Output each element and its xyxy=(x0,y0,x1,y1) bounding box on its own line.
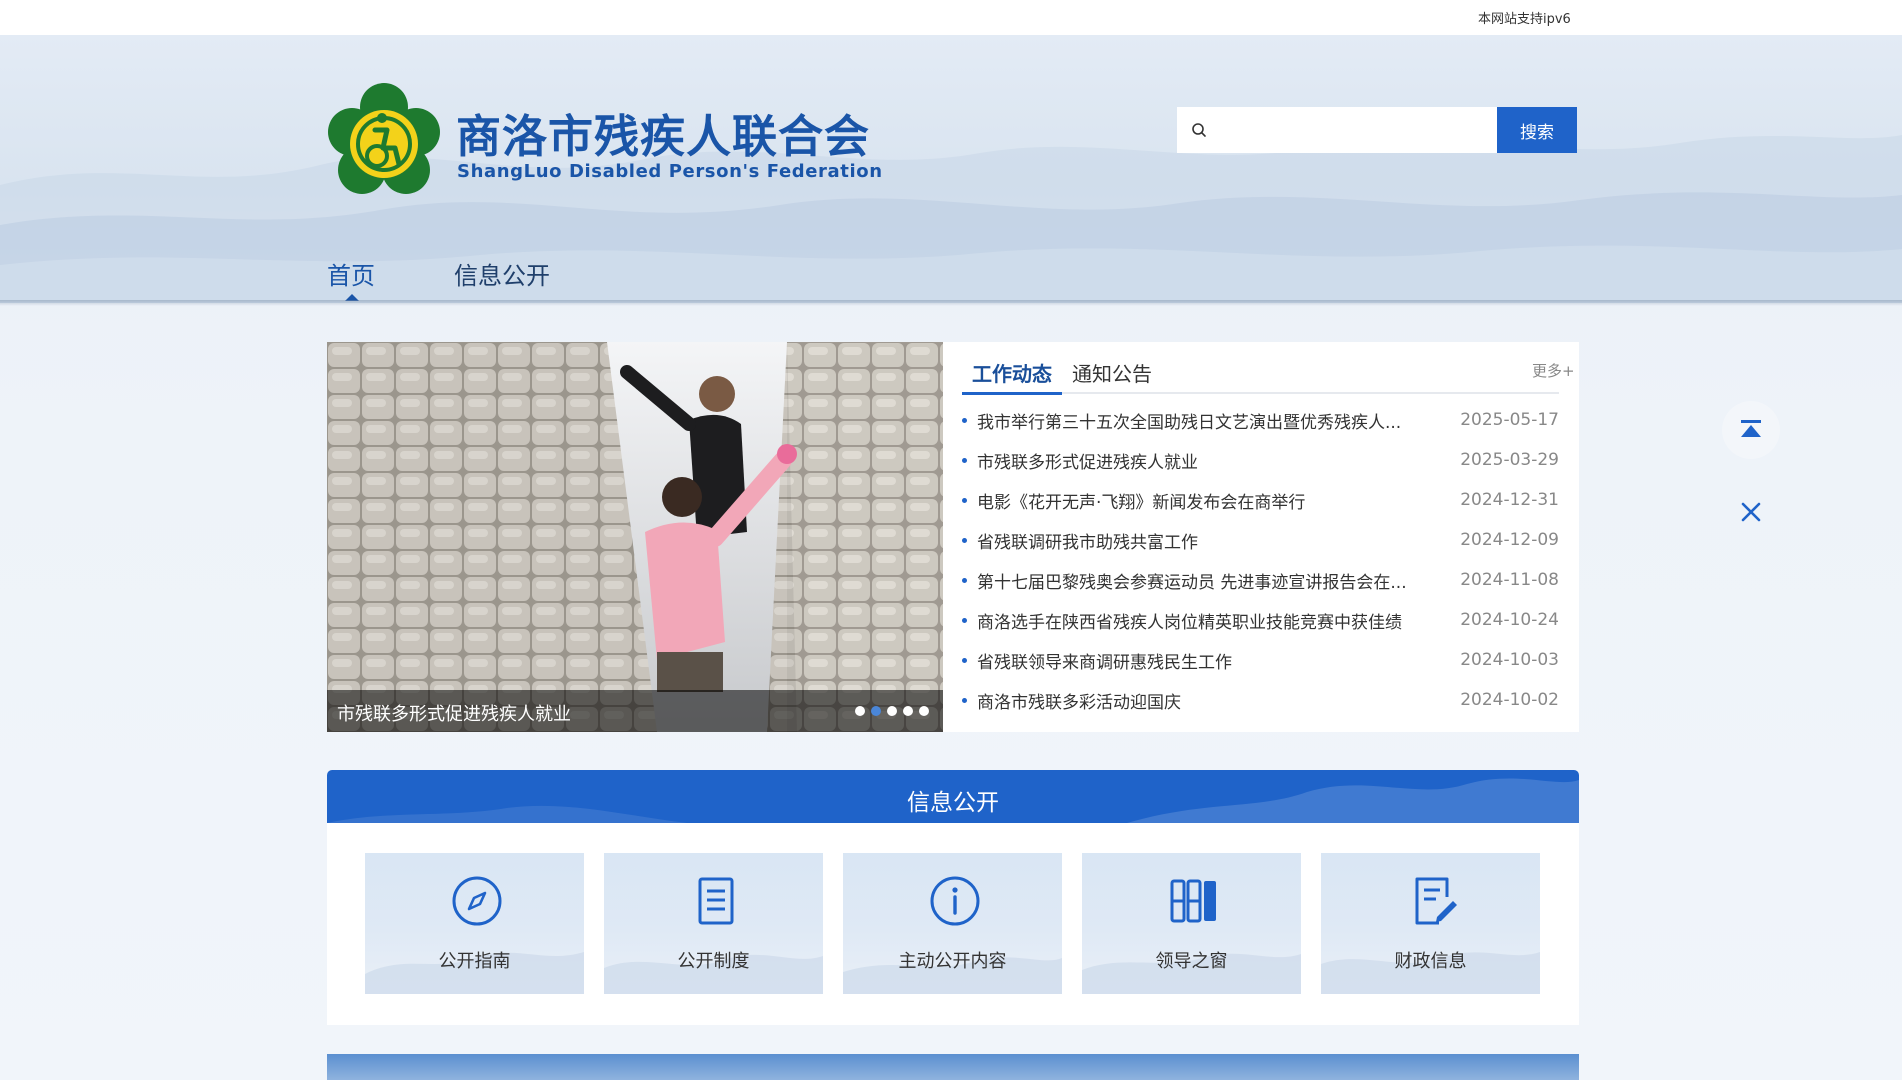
news-title[interactable]: 电影《花开无声·飞翔》新闻发布会在商举行 xyxy=(977,488,1460,513)
more-link[interactable]: 更多+ xyxy=(1532,360,1575,381)
news-date: 2024-10-02 xyxy=(1460,690,1559,710)
card-label: 领导之窗 xyxy=(1155,951,1228,972)
slider-dot-3[interactable] xyxy=(887,706,897,716)
tab-announcements[interactable]: 通知公告 xyxy=(1072,358,1152,387)
slider-dot-2[interactable] xyxy=(871,706,881,716)
search-bar: 搜索 xyxy=(1177,107,1577,153)
books-icon xyxy=(1170,879,1216,923)
info-cards: 公开指南 公开制度 主动公开内容 领导之窗 财政信息 xyxy=(365,853,1540,994)
slider-caption-bar: 市残联多形式促进残疾人就业 xyxy=(327,690,943,732)
tab-active-underline xyxy=(962,392,1062,395)
slider-caption[interactable]: 市残联多形式促进残疾人就业 xyxy=(337,700,571,726)
list-item[interactable]: 商洛选手在陕西省残疾人岗位精英职业技能竞赛中获佳绩 2024-10-24 xyxy=(962,600,1559,640)
card-disclosure-guide[interactable]: 公开指南 xyxy=(365,853,584,994)
slider-dots xyxy=(855,706,929,716)
list-item[interactable]: 第十七届巴黎残奥会参赛运动员 先进事迹宣讲报告会在... 2024-11-08 xyxy=(962,560,1559,600)
document-icon xyxy=(698,877,734,925)
news-title[interactable]: 市残联多形式促进残疾人就业 xyxy=(977,448,1460,473)
top-bar: 本网站支持ipv6 xyxy=(0,0,1902,35)
card-label: 公开指南 xyxy=(438,951,511,972)
list-item[interactable]: 省残联领导来商调研惠残民生工作 2024-10-03 xyxy=(962,640,1559,680)
card-proactive-disclosure[interactable]: 主动公开内容 xyxy=(843,853,1062,994)
card-disclosure-system[interactable]: 公开制度 xyxy=(604,853,823,994)
mountain-background xyxy=(0,135,1902,303)
slider-dot-1[interactable] xyxy=(855,706,865,716)
tab-work-news[interactable]: 工作动态 xyxy=(972,358,1052,387)
news-date: 2024-10-24 xyxy=(1460,610,1559,630)
news-date: 2025-05-17 xyxy=(1460,410,1559,430)
bottom-banner xyxy=(327,1054,1579,1080)
bullet-dot xyxy=(962,617,967,623)
list-item[interactable]: 省残联调研我市助残共富工作 2024-12-09 xyxy=(962,520,1559,560)
news-title[interactable]: 商洛选手在陕西省残疾人岗位精英职业技能竞赛中获佳绩 xyxy=(977,608,1460,633)
bullet-dot xyxy=(962,697,967,703)
news-title[interactable]: 商洛市残联多彩活动迎国庆 xyxy=(977,688,1460,713)
news-title[interactable]: 我市举行第三十五次全国助残日文艺演出暨优秀残疾人... xyxy=(977,408,1460,433)
card-leadership-window[interactable]: 领导之窗 xyxy=(1082,853,1301,994)
bullet-dot xyxy=(962,537,967,543)
bullet-dot xyxy=(962,457,967,463)
news-tabs: 工作动态 通知公告 更多+ xyxy=(962,342,1575,395)
info-icon xyxy=(930,876,980,926)
bullet-dot xyxy=(962,657,967,663)
news-date: 2024-10-03 xyxy=(1460,650,1559,670)
bullet-dot xyxy=(962,417,967,423)
news-panel: 工作动态 通知公告 更多+ 我市举行第三十五次全国助残日文艺演出暨优秀残疾人..… xyxy=(943,342,1579,732)
card-financial-info[interactable]: 财政信息 xyxy=(1321,853,1540,994)
news-list: 我市举行第三十五次全国助残日文艺演出暨优秀残疾人... 2025-05-17 市残… xyxy=(962,400,1559,720)
header-divider xyxy=(0,300,1902,306)
news-title[interactable]: 省残联领导来商调研惠残民生工作 xyxy=(977,648,1460,673)
ipv6-notice: 本网站支持ipv6 xyxy=(1478,12,1571,27)
info-section-body: 公开指南 公开制度 主动公开内容 领导之窗 财政信息 xyxy=(327,823,1579,1025)
search-box xyxy=(1177,107,1497,153)
info-section-header: 信息公开 xyxy=(327,770,1579,823)
nav-item-home[interactable]: 首页 xyxy=(327,256,375,291)
search-input[interactable] xyxy=(1217,107,1489,153)
list-item[interactable]: 商洛市残联多彩活动迎国庆 2024-10-02 xyxy=(962,680,1559,720)
slider-dot-4[interactable] xyxy=(903,706,913,716)
news-date: 2025-03-29 xyxy=(1460,450,1559,470)
compass-icon xyxy=(452,876,502,926)
card-label: 财政信息 xyxy=(1394,951,1467,972)
site-subtitle: ShangLuo Disabled Person's Federation xyxy=(457,161,883,182)
news-title[interactable]: 省残联调研我市助残共富工作 xyxy=(977,528,1460,553)
card-label: 公开制度 xyxy=(677,951,750,972)
news-date: 2024-12-09 xyxy=(1460,530,1559,550)
card-label: 主动公开内容 xyxy=(898,951,1007,972)
slider-dot-5[interactable] xyxy=(919,706,929,716)
list-item[interactable]: 我市举行第三十五次全国助残日文艺演出暨优秀残疾人... 2025-05-17 xyxy=(962,400,1559,440)
news-slider[interactable]: 市残联多形式促进残疾人就业 xyxy=(327,342,943,732)
nav-item-info-disclosure[interactable]: 信息公开 xyxy=(454,256,550,291)
site-title: 商洛市残疾人联合会 xyxy=(456,110,871,163)
news-date: 2024-11-08 xyxy=(1460,570,1559,590)
federation-logo[interactable] xyxy=(327,82,441,198)
bullet-dot xyxy=(962,497,967,503)
search-icon xyxy=(1192,123,1206,137)
search-button[interactable]: 搜索 xyxy=(1497,107,1577,153)
bullet-dot xyxy=(962,577,967,583)
site-header: 商洛市残疾人联合会 ShangLuo Disabled Person's Fed… xyxy=(0,35,1902,303)
news-title[interactable]: 第十七届巴黎残奥会参赛运动员 先进事迹宣讲报告会在... xyxy=(977,568,1460,593)
close-icon[interactable] xyxy=(1738,499,1764,525)
info-section-title: 信息公开 xyxy=(907,790,999,816)
news-date: 2024-12-31 xyxy=(1460,490,1559,510)
list-item[interactable]: 电影《花开无声·飞翔》新闻发布会在商举行 2024-12-31 xyxy=(962,480,1559,520)
slider-photo xyxy=(327,342,943,732)
arrow-up-to-top-icon xyxy=(1741,420,1761,437)
back-to-top-button[interactable] xyxy=(1722,401,1780,459)
list-item[interactable]: 市残联多形式促进残疾人就业 2025-03-29 xyxy=(962,440,1559,480)
edit-document-icon xyxy=(1415,877,1457,925)
